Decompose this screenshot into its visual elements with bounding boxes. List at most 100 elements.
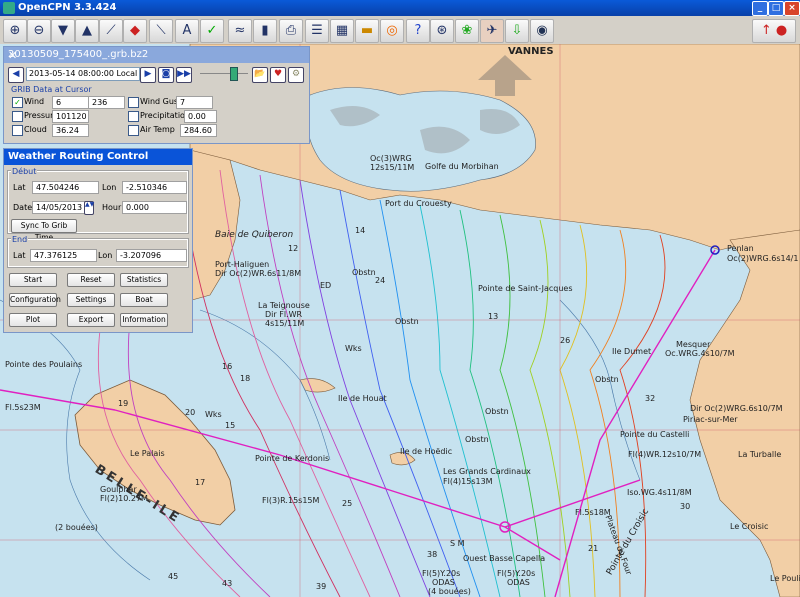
depth-label: 12: [288, 244, 299, 253]
start-button[interactable]: Start: [9, 273, 57, 287]
sync-grib-time-button[interactable]: Sync To Grib Time: [11, 219, 77, 242]
depth-label: 17: [195, 478, 206, 487]
grib-titlebar: 20130509_175400_.grb.bz2 ✕: [4, 47, 309, 63]
download-icon[interactable]: ⇩: [505, 19, 529, 43]
grib-gust-checkbox[interactable]: [128, 97, 139, 108]
grib-time-select[interactable]: 2013-05-14 08:00:00 Local - G: [26, 67, 140, 81]
colorscheme-icon[interactable]: ▬: [355, 19, 379, 43]
grib-airtemp-checkbox[interactable]: [128, 125, 139, 136]
scale-out-icon[interactable]: ▲: [75, 19, 99, 43]
map-label-iso: Iso.WG.4s11/8M: [627, 488, 692, 497]
map-label-obstn-2: Obstn: [395, 317, 419, 326]
grib-request-icon[interactable]: ♥: [270, 67, 286, 83]
tides-icon[interactable]: ≈: [228, 19, 252, 43]
map-label-castelli: Pointe du Castelli: [620, 430, 690, 439]
grib-settings-icon[interactable]: ⚙: [288, 67, 304, 83]
weather-routing-titlebar: Weather Routing Control: [4, 149, 192, 165]
grib-play-icon[interactable]: ▶▶: [176, 67, 192, 83]
measure-icon[interactable]: ⟍: [149, 19, 173, 43]
map-label-haliguen: Port-Haliguen: [215, 260, 270, 269]
globe-icon[interactable]: ◉: [530, 19, 554, 43]
map-label-teignouse: La Teignouse: [258, 301, 310, 310]
map-label-goulphar-light: Fl(2)10.27M: [100, 494, 148, 503]
close-button[interactable]: ×: [784, 1, 800, 16]
depth-label: 21: [588, 544, 599, 553]
start-group-label: Début: [11, 167, 38, 176]
grib-wind-checkbox[interactable]: ✓: [12, 97, 23, 108]
minimize-button[interactable]: _: [752, 1, 768, 16]
zoom-in-icon[interactable]: ⊕: [3, 19, 27, 43]
depth-label: 24: [375, 276, 386, 285]
end-lon-input[interactable]: -3.207096: [116, 249, 187, 262]
currents-icon[interactable]: ▮: [253, 19, 277, 43]
autofollow-icon[interactable]: ✓: [200, 19, 224, 43]
grib-panel: 20130509_175400_.grb.bz2 ✕ ◀ 2013-05-14 …: [3, 46, 310, 144]
depth-label: 16: [222, 362, 233, 371]
grib-cloud-label: Cloud: [24, 125, 47, 134]
reset-button[interactable]: Reset: [67, 273, 115, 287]
statistics-button[interactable]: Statistics: [120, 273, 168, 287]
grib-timeline-slider[interactable]: [200, 73, 248, 74]
grib-next-icon[interactable]: ▶: [140, 67, 156, 83]
map-label-turballe-light: Fl(4)WR.12s10/7M: [628, 450, 702, 459]
map-label-goulphar: Goulphar: [100, 485, 137, 494]
start-lat-input[interactable]: 47.504246: [32, 181, 99, 194]
map-label-obstn-5: Obstn: [465, 435, 489, 444]
help-icon[interactable]: ?: [406, 19, 430, 43]
map-label-wks-2: Wks: [345, 344, 362, 353]
depth-label: 43: [222, 579, 233, 588]
maximize-button[interactable]: □: [768, 1, 784, 16]
map-label-hoedic: Ile de Hoëdic: [400, 447, 453, 456]
route-manager-icon[interactable]: ☰: [305, 19, 329, 43]
depth-label: 39: [316, 582, 327, 591]
compass-icon[interactable]: ↑ ●: [752, 19, 796, 43]
configuration-button[interactable]: Configuration: [9, 293, 61, 307]
start-hour-input[interactable]: 0.000: [122, 201, 187, 214]
information-button[interactable]: Information: [120, 313, 168, 327]
end-group-label: End: [11, 235, 29, 244]
start-lon-input[interactable]: -2.510346: [122, 181, 187, 194]
plot-button[interactable]: Plot: [9, 313, 57, 327]
ais-icon[interactable]: ◎: [380, 19, 404, 43]
boat-button[interactable]: Boat: [120, 293, 168, 307]
depth-label: 45: [168, 572, 179, 581]
grib-cloud-value: 36.24: [52, 124, 89, 137]
map-label-sm: S M: [450, 539, 465, 548]
grib-prev-icon[interactable]: ◀: [8, 67, 24, 83]
grib-close-icon[interactable]: ✕: [8, 49, 305, 62]
print-icon[interactable]: ⎙: [279, 19, 303, 43]
grib-cloud-checkbox[interactable]: [12, 125, 23, 136]
mark-icon[interactable]: ◆: [123, 19, 147, 43]
scale-in-icon[interactable]: ▼: [51, 19, 75, 43]
grib-pressure-checkbox[interactable]: [12, 111, 23, 122]
start-date-input[interactable]: 14/05/2013: [32, 201, 87, 214]
export-button[interactable]: Export: [67, 313, 115, 327]
route-icon[interactable]: ⟋: [99, 19, 123, 43]
depth-label: 15: [225, 421, 236, 430]
settings-button[interactable]: Settings: [67, 293, 115, 307]
map-label-morbihan-light2: 12s15/11M: [370, 163, 415, 172]
map-label-cardinaux: Les Grands Cardinaux: [443, 467, 531, 476]
depth-label: 19: [118, 399, 129, 408]
map-label-crouesty: Port du Crouesty: [385, 199, 452, 208]
grib-now-icon[interactable]: ◙: [158, 67, 174, 83]
grib-airtemp-label: Air Temp: [140, 125, 175, 134]
map-label-cardinaux-light: Fl(4)15s13M: [443, 477, 493, 486]
map-label-piriac: Piriac-sur-Mer: [683, 415, 738, 424]
map-label-golfe: Golfe du Morbihan: [425, 162, 499, 171]
grib-precip-checkbox[interactable]: [128, 111, 139, 122]
grib-icon[interactable]: ⊛: [430, 19, 454, 43]
zoom-out-icon[interactable]: ⊖: [27, 19, 51, 43]
app-icon: [3, 2, 15, 14]
weather-routing-icon[interactable]: ❀: [455, 19, 479, 43]
end-lat-input[interactable]: 47.376125: [30, 249, 97, 262]
grib-slider-thumb[interactable]: [230, 67, 238, 81]
map-label-odas-name2: ODAS: [507, 578, 530, 587]
text-icon[interactable]: A: [175, 19, 199, 43]
date-spin-icon[interactable]: ▲▼: [84, 201, 94, 215]
map-label-odas2: Fl(5)Y.20s: [497, 569, 536, 578]
track-icon[interactable]: ▦: [330, 19, 354, 43]
plugin-icon[interactable]: ✈: [480, 19, 504, 43]
map-label-bouees2: (2 bouées): [55, 523, 98, 532]
grib-open-file-icon[interactable]: 📂: [252, 67, 268, 83]
